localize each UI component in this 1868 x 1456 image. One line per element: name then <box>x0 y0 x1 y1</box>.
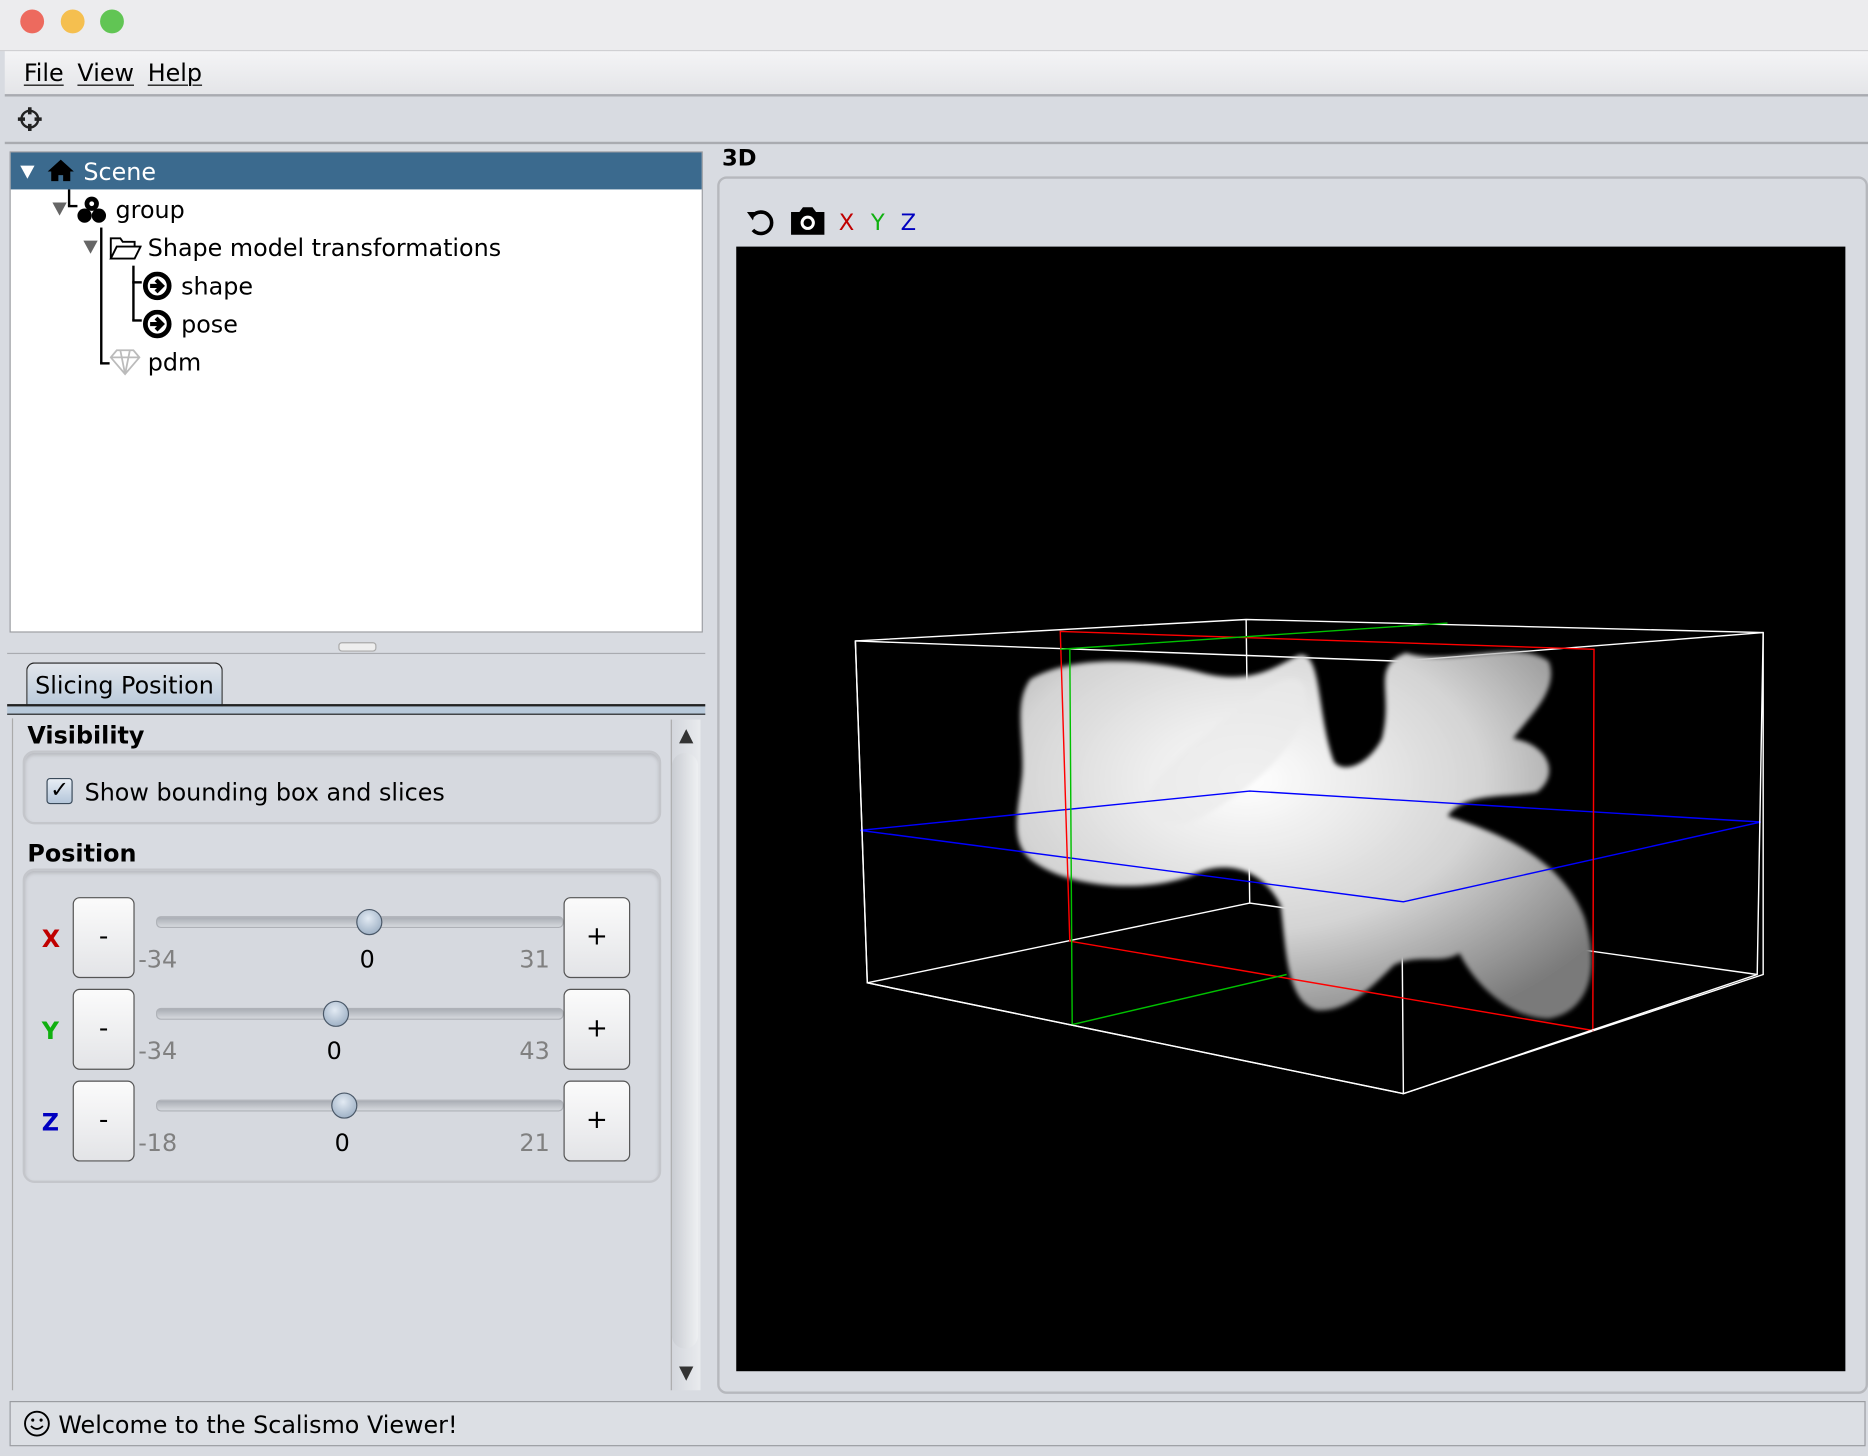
home-icon <box>47 159 74 182</box>
arrow-circle-icon <box>142 309 172 339</box>
scene-render <box>854 618 1764 1095</box>
maximize-button[interactable] <box>100 9 124 34</box>
menu-bar: File View Help <box>4 51 1868 97</box>
decrement-z-button[interactable]: - <box>72 1080 135 1162</box>
axis-z-view-button[interactable]: Z <box>901 210 917 236</box>
vertical-scrollbar[interactable] <box>670 719 701 1391</box>
app-window: File View Help Scene group Shape model t… <box>0 0 1868 1456</box>
slider-min-label: -34 <box>138 944 178 974</box>
folder-open-icon <box>109 237 142 260</box>
slider-z-track[interactable] <box>156 1099 564 1112</box>
menu-view[interactable]: View <box>77 58 134 87</box>
increment-y-button[interactable]: + <box>563 988 631 1070</box>
slider-min-label: -34 <box>138 1036 178 1066</box>
increment-x-button[interactable]: + <box>563 897 631 979</box>
slider-max-label: 43 <box>519 1036 550 1066</box>
axis-label-z: Z <box>41 1107 59 1137</box>
tree-node-label: Scene <box>83 157 157 186</box>
scroll-up-icon[interactable] <box>679 729 694 744</box>
properties-scroll-area: Visibility ✓ Show bounding box and slice… <box>11 718 672 1391</box>
tree-node-scene[interactable]: Scene <box>10 152 702 190</box>
checkbox-label[interactable]: Show bounding box and slices <box>85 778 445 807</box>
vertebra-mesh <box>1016 651 1592 1019</box>
camera-icon[interactable] <box>790 205 826 236</box>
slider-x-thumb[interactable] <box>356 908 383 936</box>
view-3d-title: 3D <box>721 145 757 172</box>
decrement-x-button[interactable]: - <box>72 897 135 979</box>
show-bounding-box-checkbox[interactable]: ✓ <box>46 777 73 805</box>
status-bar: Welcome to the Scalismo Viewer! <box>9 1401 1866 1447</box>
slider-value-label: 0 <box>326 1036 342 1066</box>
slider-value-label: 0 <box>359 944 375 974</box>
scroll-down-icon[interactable] <box>679 1366 694 1381</box>
main-toolbar <box>4 96 1868 145</box>
slider-z-thumb[interactable] <box>331 1092 358 1119</box>
decrement-y-button[interactable]: - <box>72 988 135 1070</box>
menu-file[interactable]: File <box>24 58 64 87</box>
position-heading: Position <box>27 838 137 868</box>
tree-node-label: pdm <box>147 347 202 377</box>
position-group: X - -34 0 31 + Y - -34 0 43 + Z - -18 0 21 + <box>22 868 662 1183</box>
status-message: Welcome to the Scalismo Viewer! <box>58 1410 458 1440</box>
tree-node-label: shape <box>181 271 253 301</box>
scene-tree[interactable]: Scene group Shape model transformations … <box>9 151 703 633</box>
menu-help[interactable]: Help <box>148 58 202 87</box>
title-bar <box>0 0 1868 52</box>
axis-label-x: X <box>41 924 61 954</box>
tab-slicing-position[interactable]: Slicing Position <box>26 662 223 707</box>
axis-y-view-button[interactable]: Y <box>871 210 885 236</box>
crosshair-icon[interactable] <box>17 106 43 132</box>
visibility-heading: Visibility <box>27 720 145 750</box>
arrow-circle-icon <box>142 271 172 301</box>
diamond-icon <box>109 349 141 376</box>
reset-view-icon[interactable] <box>746 206 777 237</box>
expand-arrow-icon[interactable] <box>83 240 98 254</box>
expand-arrow-icon[interactable] <box>20 165 35 179</box>
slider-max-label: 21 <box>519 1128 550 1157</box>
render-canvas-3d[interactable] <box>736 246 1846 1372</box>
axis-label-y: Y <box>41 1016 59 1045</box>
expand-arrow-icon[interactable] <box>52 202 67 216</box>
slider-max-label: 31 <box>519 944 550 974</box>
slider-y-track[interactable] <box>156 1007 564 1020</box>
split-pane-divider[interactable] <box>338 642 377 652</box>
axis-x-view-button[interactable]: X <box>839 210 855 236</box>
tree-node-label: Shape model transformations <box>147 233 502 263</box>
smiley-icon <box>24 1410 50 1437</box>
group-icon <box>77 196 107 223</box>
tree-node-label: group <box>115 195 185 224</box>
increment-z-button[interactable]: + <box>563 1080 631 1162</box>
slider-y-thumb[interactable] <box>322 1000 350 1027</box>
visibility-group: ✓ Show bounding box and slices <box>22 750 662 825</box>
slider-min-label: -18 <box>138 1128 178 1157</box>
close-button[interactable] <box>20 9 45 34</box>
scrollbar-thumb[interactable] <box>671 752 699 1349</box>
minimize-button[interactable] <box>60 9 85 34</box>
slider-value-label: 0 <box>334 1128 350 1157</box>
tree-node-label: pose <box>181 309 238 339</box>
